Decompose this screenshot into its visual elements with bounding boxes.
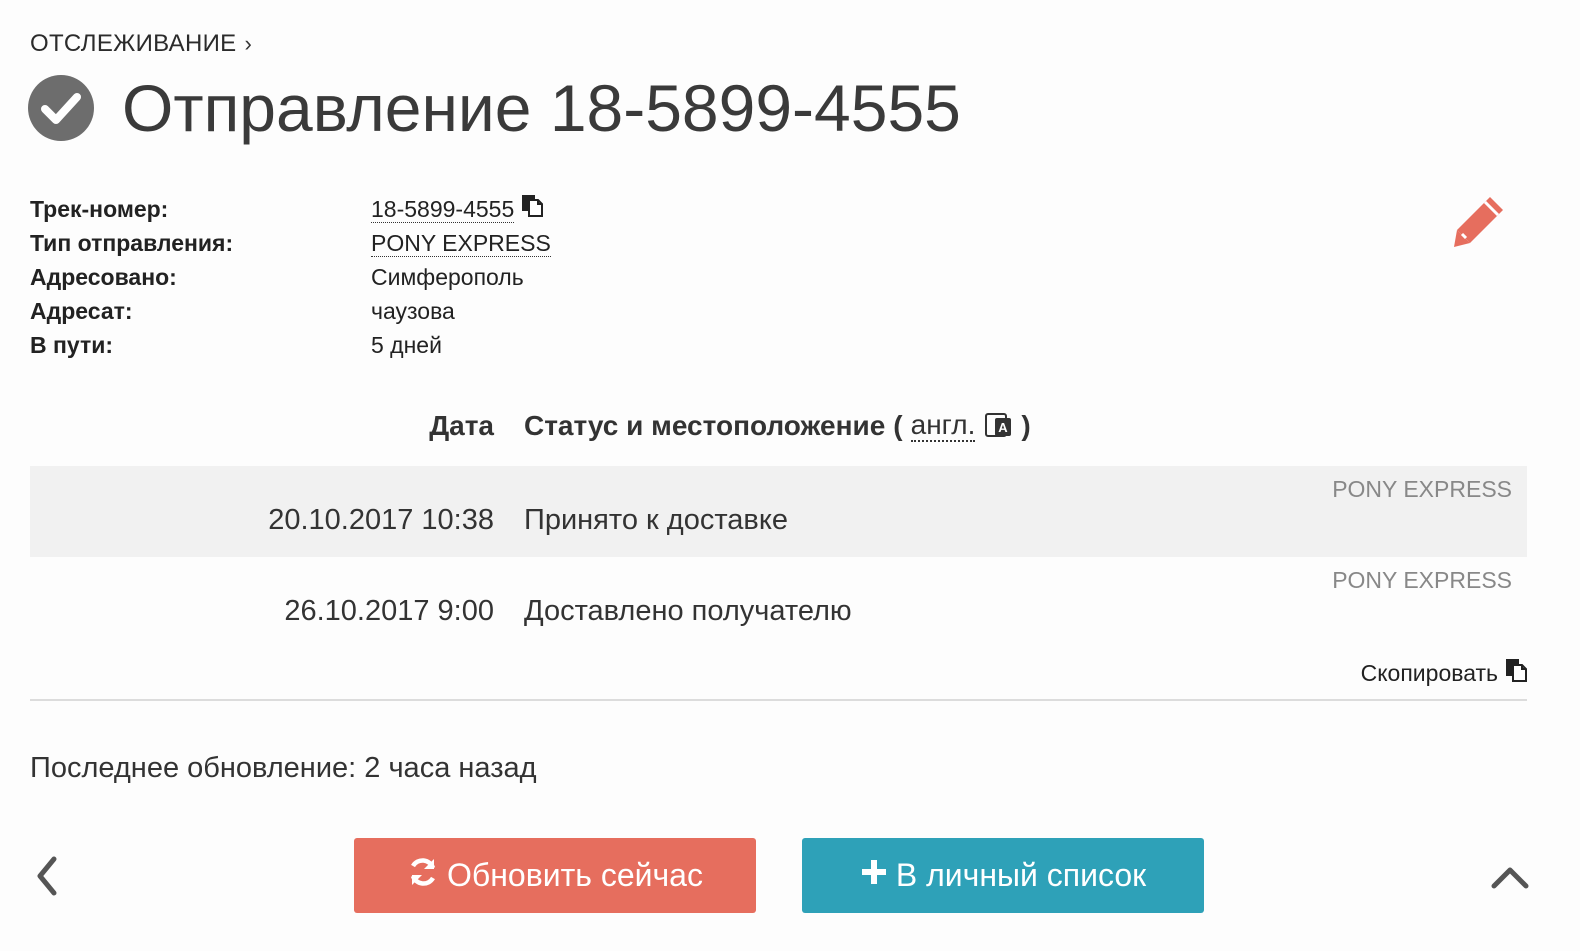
add-to-list-button[interactable]: В личный список	[802, 838, 1204, 913]
translate-icon[interactable]: A	[983, 411, 1013, 441]
last-update-text: Последнее обновление: 2 часа назад	[30, 752, 537, 784]
track-number-link[interactable]: 18-5899-4555	[371, 196, 515, 223]
copy-label[interactable]: Скопировать	[1361, 660, 1498, 687]
transit-label: В пути:	[30, 332, 114, 358]
divider	[30, 699, 1527, 701]
english-toggle-link[interactable]: англ.	[910, 410, 976, 442]
carrier-label: PONY EXPRESS	[1332, 567, 1512, 593]
copy-button[interactable]: Скопировать	[1361, 657, 1528, 689]
chevron-right-icon: ›	[244, 31, 253, 56]
check-circle-icon	[28, 75, 94, 141]
paren-close: )	[1021, 410, 1031, 441]
shipment-info: Трек-номер: 18-5899-4555 Тип отправления…	[30, 192, 551, 362]
event-date: 26.10.2017 9:00	[284, 595, 494, 627]
event-status: Доставлено получателю	[524, 595, 852, 627]
breadcrumb[interactable]: ОТСЛЕЖИВАНИЕ ›	[30, 30, 252, 58]
date-column-header: Дата	[429, 410, 494, 441]
plus-icon	[860, 857, 888, 894]
breadcrumb-label[interactable]: ОТСЛЕЖИВАНИЕ	[30, 30, 236, 58]
track-label: Трек-номер:	[30, 196, 169, 222]
event-status: Принято к доставке	[524, 504, 788, 536]
event-date: 20.10.2017 10:38	[268, 504, 494, 536]
transit-value: 5 дней	[371, 332, 442, 358]
refresh-now-label[interactable]: Обновить сейчас	[447, 857, 703, 894]
refresh-icon	[407, 856, 439, 896]
table-row: PONY EXPRESS 26.10.2017 9:00 Доставлено …	[30, 557, 1527, 648]
paren-open: (	[893, 410, 903, 441]
recipient-value: чаузова	[371, 298, 455, 324]
pencil-icon[interactable]	[1450, 192, 1508, 255]
add-to-list-label[interactable]: В личный список	[896, 857, 1146, 894]
type-label: Тип отправления:	[30, 230, 234, 256]
addressed-label: Адресовано:	[30, 264, 177, 290]
carrier-label: PONY EXPRESS	[1332, 476, 1512, 502]
recipient-label: Адресат:	[30, 298, 133, 324]
copy-icon[interactable]	[520, 192, 544, 226]
refresh-now-button[interactable]: Обновить сейчас	[354, 838, 756, 913]
page-title: Отправление 18-5899-4555	[122, 71, 961, 145]
svg-text:A: A	[999, 420, 1009, 435]
status-column-header: Статус и местоположение ( англ. A )	[524, 410, 1031, 442]
title-row: Отправление 18-5899-4555	[28, 70, 961, 146]
shipment-type-link[interactable]: PONY EXPRESS	[371, 230, 551, 257]
addressed-value: Симферополь	[371, 264, 524, 290]
copy-icon[interactable]	[1504, 657, 1528, 689]
status-header-label: Статус и местоположение	[524, 410, 886, 441]
chevron-up-icon[interactable]	[1490, 862, 1530, 895]
chevron-left-icon[interactable]	[32, 855, 62, 902]
table-row: PONY EXPRESS 20.10.2017 10:38 Принято к …	[30, 466, 1527, 557]
